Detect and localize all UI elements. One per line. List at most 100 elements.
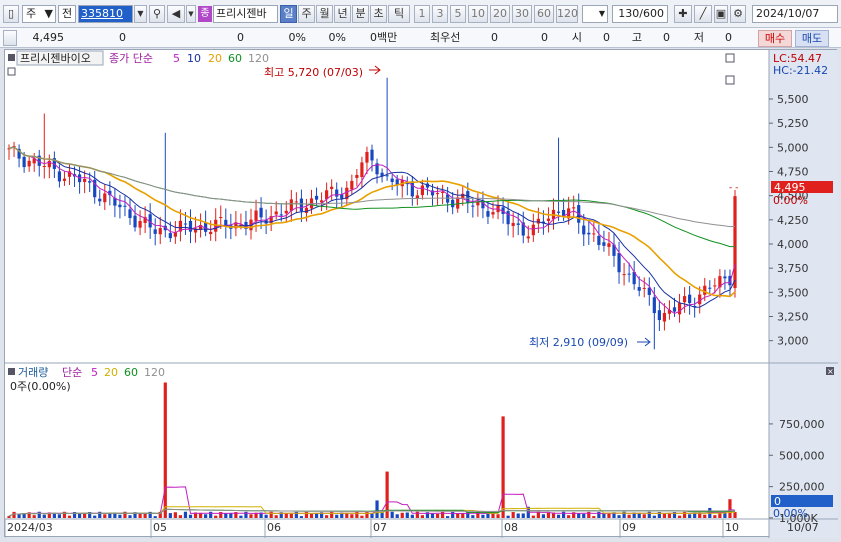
market-value: 주 (26, 7, 37, 20)
vma-label-5[interactable]: 5 (91, 366, 98, 379)
volume-bar (511, 512, 515, 518)
badge-icon: 종 (198, 6, 212, 22)
volume-bar (567, 515, 571, 518)
volume-menu-icon[interactable] (8, 368, 15, 375)
volume-tick-label: 750,000 (779, 418, 825, 431)
candle-body (506, 211, 510, 225)
ma-label-10[interactable]: 10 (187, 52, 201, 65)
volume-bar (173, 512, 177, 518)
interval-1[interactable]: 1 (414, 5, 430, 23)
high-label: 고 (631, 31, 642, 44)
ma-label-5[interactable]: 5 (173, 52, 180, 65)
interval-60[interactable]: 60 (534, 5, 554, 23)
volume-current-pct: 0.00% (773, 507, 808, 520)
volume-bar (592, 516, 596, 518)
panel-menu-icon[interactable] (8, 54, 15, 61)
interval-120[interactable]: 120 (556, 5, 578, 23)
interval-20[interactable]: 20 (490, 5, 510, 23)
candle-body (183, 223, 188, 225)
volume-bar (83, 513, 87, 518)
vma-label-60[interactable]: 60 (124, 366, 138, 379)
candle-body (188, 220, 193, 232)
period-tick[interactable]: 틱 (388, 5, 410, 23)
volume-bar (456, 513, 460, 518)
speaker-icon[interactable]: ◀ (167, 5, 185, 23)
period-day[interactable]: 일 (280, 5, 297, 23)
candle-body (602, 242, 606, 246)
date-field[interactable]: 2024/10/07 (752, 5, 838, 23)
volume-bar (405, 512, 409, 518)
open-label: 시 (571, 31, 582, 44)
candle-body (572, 207, 576, 209)
volume-bar (330, 511, 334, 518)
volume-bar (602, 513, 606, 518)
volume-bar (370, 513, 374, 518)
volume-bar (541, 514, 546, 518)
chart-canvas[interactable]: 5,5005,2505,0004,7504,5004,2504,0003,750… (5, 50, 838, 538)
period-month[interactable]: 월 (316, 5, 333, 23)
draw-line-icon[interactable]: ╱ (694, 5, 712, 23)
cursor-marker: - - (729, 183, 738, 193)
candle-body (627, 273, 631, 275)
volume-bar (204, 514, 208, 518)
window-menu-icon[interactable] (3, 30, 17, 46)
volume-bar (299, 516, 304, 518)
interval-30[interactable]: 30 (512, 5, 532, 23)
candle-body (259, 207, 263, 218)
gear-icon[interactable]: ⚙ (730, 5, 746, 23)
candle-body (57, 171, 62, 182)
crosshair-icon[interactable]: ✚ (674, 5, 692, 23)
vma-label-120[interactable]: 120 (144, 366, 165, 379)
stock-name-field[interactable]: 프리시젠바 (213, 5, 278, 23)
quote-bar: 4,495 0 0 0% 0% 0백만 최우선 0 0 시 0 고 0 저 0 … (0, 28, 841, 48)
volume-bar (713, 515, 717, 518)
chevron-down-icon[interactable]: ▼ (186, 5, 196, 23)
interval-10[interactable]: 10 (468, 5, 488, 23)
buy-button[interactable]: 매수 (758, 30, 792, 47)
high-arrow-icon (369, 65, 381, 75)
period-year[interactable]: 년 (334, 5, 351, 23)
code-input[interactable]: 335810 (78, 5, 133, 23)
custom-interval-select[interactable]: ▼ (582, 5, 608, 23)
candle-body (657, 310, 661, 321)
volume-bar (400, 512, 404, 518)
candle-body (350, 180, 354, 190)
candle-body (274, 211, 278, 215)
volume-bar (496, 514, 500, 518)
sell-button[interactable]: 매도 (795, 30, 829, 47)
candle-body (677, 303, 682, 315)
panel-grid-icon-right[interactable] (725, 75, 735, 85)
ma-label-120[interactable]: 120 (248, 52, 269, 65)
volume-bar (264, 514, 268, 518)
price-tick-label: 5,250 (777, 117, 809, 130)
panel-max-icon[interactable] (725, 53, 735, 63)
volume-bar (143, 513, 147, 518)
candle-body (723, 276, 727, 279)
ma-label-20[interactable]: 20 (208, 52, 222, 65)
period-minute[interactable]: 분 (352, 5, 369, 23)
period-week[interactable]: 주 (298, 5, 315, 23)
change-value: 0 (119, 31, 126, 44)
interval-3[interactable]: 3 (432, 5, 448, 23)
chevron-down-icon[interactable]: ▼ (134, 5, 147, 23)
candle-body (733, 196, 737, 289)
volume-bar (37, 511, 41, 518)
volume-bar (98, 511, 102, 518)
magnifier-icon[interactable]: ⚲ (149, 5, 165, 23)
save-icon[interactable]: ▣ (714, 5, 728, 23)
interval-5[interactable]: 5 (450, 5, 466, 23)
candle-body (299, 198, 304, 212)
volume-bar (451, 511, 455, 518)
type-select[interactable]: 전 (58, 5, 76, 23)
chart-window: ▯ 주 ▼ 전 335810 ▼ ⚲ ◀ ▼ 종 프리시젠바 일 주 월 년 분 … (0, 0, 841, 542)
market-select[interactable]: 주 ▼ (22, 5, 56, 23)
window-menu-icon[interactable]: ▯ (3, 5, 19, 23)
panel-grid-icon[interactable] (7, 67, 16, 76)
period-second[interactable]: 초 (370, 5, 387, 23)
candle-body (597, 235, 601, 245)
change-pct: 0% (288, 31, 306, 44)
ma-label-60[interactable]: 60 (228, 52, 242, 65)
vma-label-20[interactable]: 20 (104, 366, 118, 379)
candle-body (254, 210, 258, 221)
count-field[interactable]: 130/600 (612, 5, 668, 23)
